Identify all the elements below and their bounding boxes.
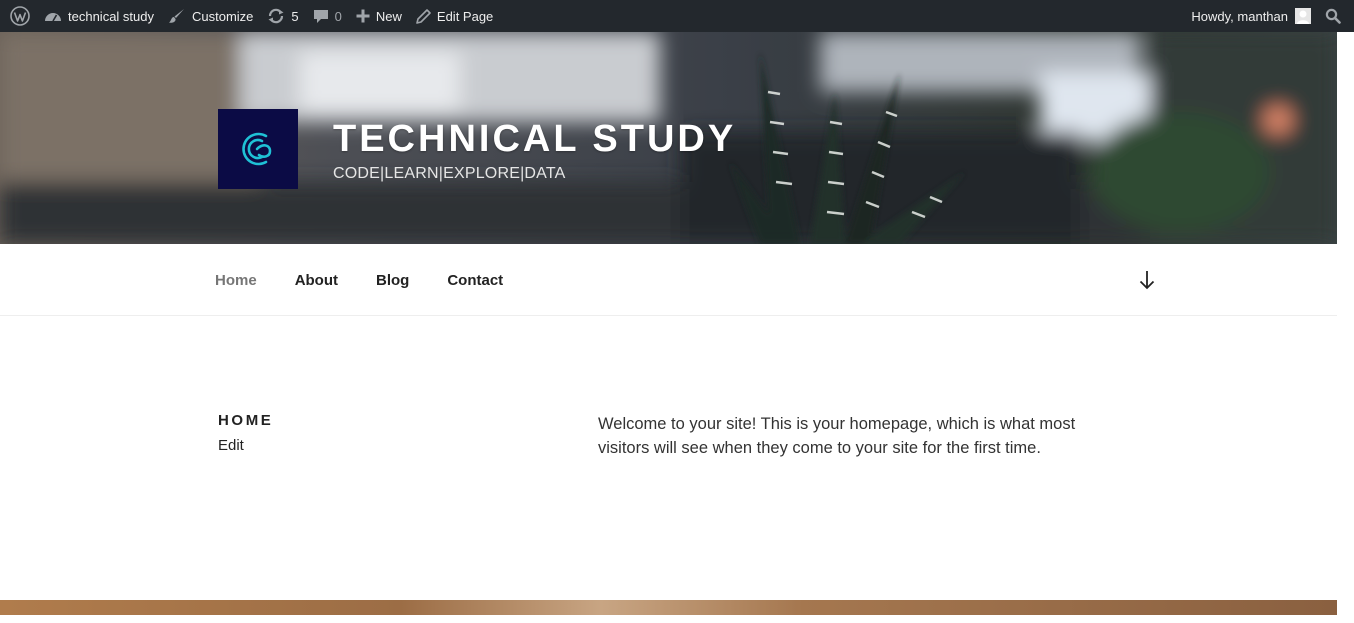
scroll-down-button[interactable] <box>1138 270 1156 290</box>
site-name-label: technical study <box>68 8 154 24</box>
edit-page-menu[interactable]: Edit Page <box>409 0 500 32</box>
entry-content: Welcome to your site! This is your homep… <box>598 415 1076 457</box>
avatar <box>1295 8 1311 24</box>
admin-bar-right: Howdy, manthan <box>1184 0 1354 32</box>
new-content-menu[interactable]: New <box>349 0 409 32</box>
howdy-label: Howdy, manthan <box>1191 8 1288 24</box>
new-label: New <box>375 8 402 24</box>
site-title[interactable]: TECHNICAL STUDY <box>333 118 736 161</box>
wordpress-icon <box>10 6 30 26</box>
main-navigation: Home About Blog Contact <box>0 244 1337 316</box>
nav-item-home[interactable]: Home <box>215 272 257 289</box>
edit-link[interactable]: Edit <box>218 437 244 454</box>
site-name-menu[interactable]: technical study <box>37 0 161 32</box>
site-header: TECHNICAL STUDY CODE|LEARN|EXPLORE|DATA <box>0 32 1337 244</box>
updates-count: 5 <box>291 8 299 24</box>
search-icon <box>1325 8 1341 24</box>
nav-item-blog[interactable]: Blog <box>376 272 409 289</box>
admin-bar-left: technical study Customize 5 0 New Edit P… <box>0 0 500 32</box>
comments-count: 0 <box>334 8 342 24</box>
comments-menu[interactable]: 0 <box>306 0 349 32</box>
pencil-icon <box>416 8 431 24</box>
admin-bar: technical study Customize 5 0 New Edit P… <box>0 0 1354 32</box>
site-logo[interactable] <box>218 109 298 189</box>
updates-menu[interactable]: 5 <box>260 0 305 32</box>
plus-icon <box>356 9 370 23</box>
nav-item-about[interactable]: About <box>295 272 338 289</box>
page-title: HOME <box>218 412 274 429</box>
logo-icon <box>242 132 272 166</box>
account-menu[interactable]: Howdy, manthan <box>1184 0 1318 32</box>
comment-icon <box>313 10 328 23</box>
dashboard-icon <box>45 13 61 22</box>
featured-image-strip <box>0 600 1337 615</box>
edit-page-label: Edit Page <box>436 8 494 24</box>
nav-item-contact[interactable]: Contact <box>447 272 503 289</box>
wordpress-menu[interactable] <box>3 0 37 32</box>
search-button[interactable] <box>1318 0 1354 32</box>
brush-icon <box>169 9 184 23</box>
site-description: CODE|LEARN|EXPLORE|DATA <box>333 165 566 182</box>
arrow-down-icon <box>1139 271 1155 290</box>
nav-menu: Home About Blog Contact <box>215 244 541 316</box>
updates-icon <box>268 8 284 24</box>
customize-label: Customize <box>192 8 254 24</box>
customize-menu[interactable]: Customize <box>161 0 260 32</box>
